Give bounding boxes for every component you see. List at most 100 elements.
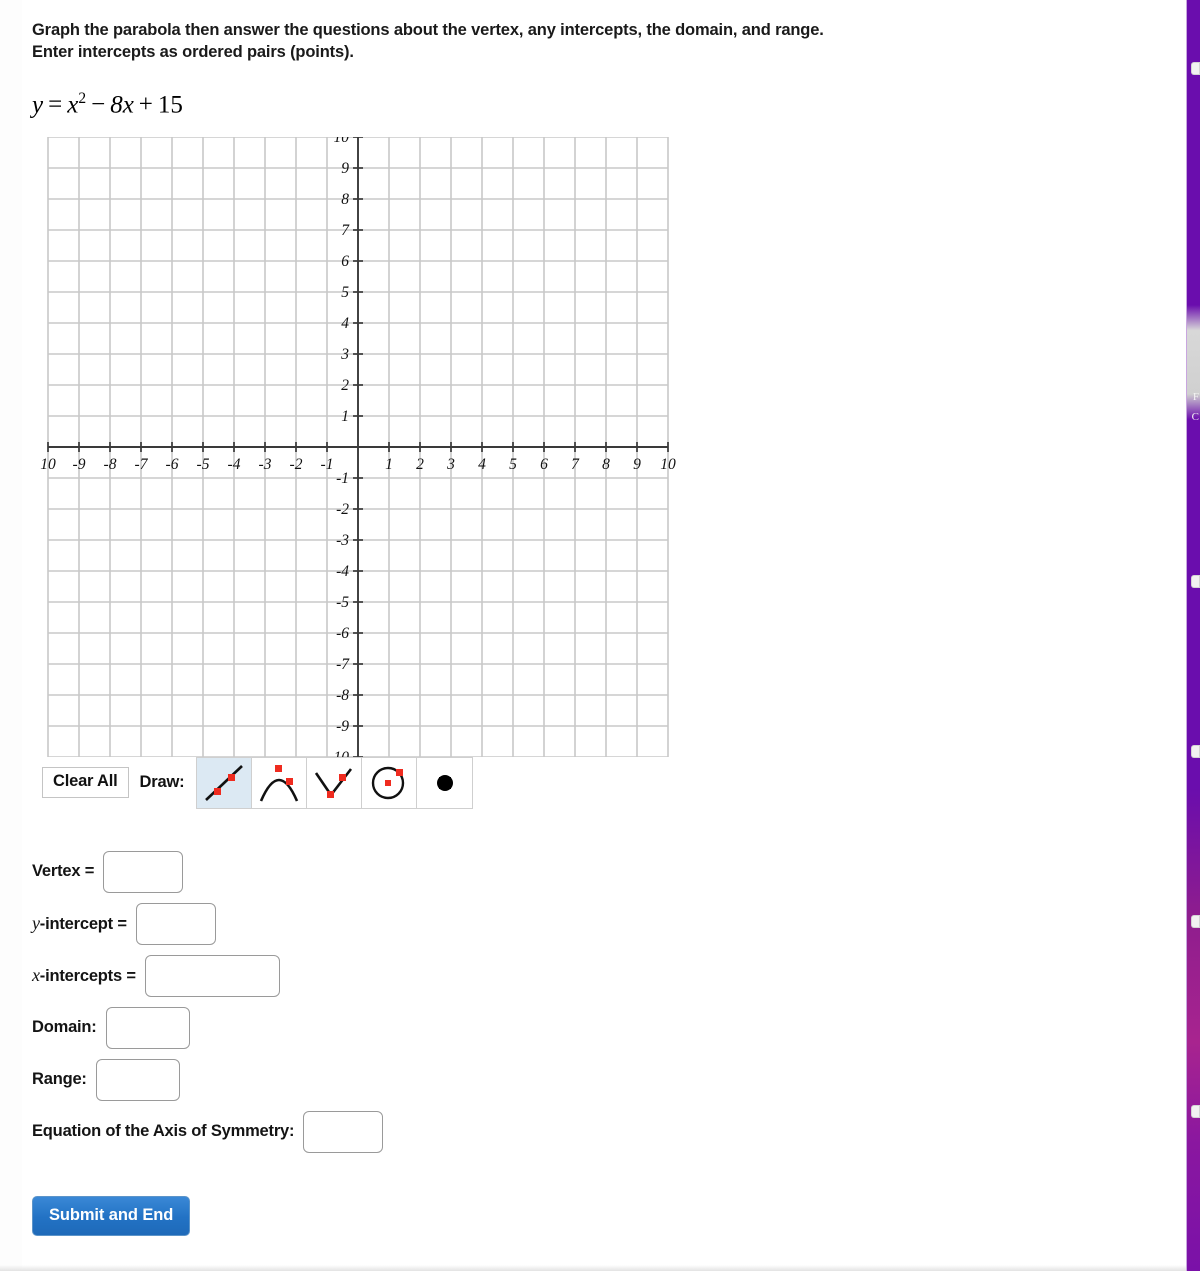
field-row-vertex: Vertex =	[32, 850, 1182, 894]
svg-text:-5: -5	[336, 594, 349, 611]
svg-text:-7: -7	[135, 456, 149, 473]
equation-lhs: y	[32, 90, 44, 118]
svg-text:7: 7	[571, 456, 580, 473]
x-intercepts-input[interactable]	[144, 954, 280, 997]
svg-text:-7: -7	[336, 656, 350, 673]
coordinate-plane[interactable]: 10 -9 -8 -7 -6 -5 -4 -3 -2 -1 1 2 3 4 5 6 7 8 9 10 10 9 8 7 6 5 4 3…	[33, 136, 693, 757]
equation-var: x	[67, 90, 79, 118]
svg-text:4: 4	[478, 456, 486, 473]
equation-equals: =	[48, 90, 63, 118]
svg-text:-9: -9	[336, 718, 349, 735]
bottom-fade	[0, 1265, 1186, 1271]
svg-text:10: 10	[334, 137, 350, 146]
domain-input[interactable]	[105, 1006, 190, 1049]
svg-text:4: 4	[341, 315, 349, 332]
domain-label: Domain:	[32, 1018, 97, 1037]
parabola-up-tool-button[interactable]	[307, 757, 363, 808]
svg-text:1: 1	[341, 408, 349, 425]
svg-text:-6: -6	[336, 625, 349, 642]
svg-text:8: 8	[341, 191, 349, 208]
right-side-panel[interactable]: F C	[1186, 0, 1200, 1271]
page-root: Graph the parabola then answer the quest…	[0, 0, 1200, 1271]
panel-nub-2[interactable]	[1191, 575, 1200, 588]
submit-and-end-button[interactable]: Submit and End	[32, 1195, 191, 1236]
panel-nub-4[interactable]	[1191, 915, 1200, 928]
svg-text:-5: -5	[197, 456, 210, 473]
vertex-label: Vertex =	[32, 862, 95, 881]
circle-icon	[372, 766, 405, 800]
clear-all-button[interactable]: Clear All	[42, 767, 129, 799]
field-row-domain: Domain:	[32, 1006, 1182, 1050]
svg-text:2: 2	[341, 377, 349, 394]
field-row-range: Range:	[32, 1058, 1182, 1102]
answers-section: Vertex = y-intercept = x-intercepts = Do…	[32, 850, 1182, 1154]
svg-text:-4: -4	[336, 563, 349, 580]
parabola-down-tool-button[interactable]	[252, 757, 308, 808]
equation-plus: +	[138, 90, 153, 118]
svg-text:-4: -4	[228, 456, 241, 473]
panel-glyph-c: C	[1191, 411, 1199, 423]
equation-power: 2	[78, 89, 87, 107]
axis-of-symmetry-input[interactable]	[303, 1110, 384, 1153]
svg-text:10: 10	[40, 456, 56, 473]
parabola-down-icon	[260, 764, 299, 802]
y-intercept-label: y-intercept =	[32, 913, 127, 934]
draw-toolbar: Clear All Draw:	[42, 756, 1182, 809]
graph-svg[interactable]: 10 -9 -8 -7 -6 -5 -4 -3 -2 -1 1 2 3 4 5 6 7 8 9 10 10 9 8 7 6 5 4 3…	[33, 136, 693, 757]
svg-text:9: 9	[341, 160, 349, 177]
svg-text:5: 5	[341, 284, 349, 301]
svg-text:9: 9	[633, 456, 641, 473]
svg-text:5: 5	[509, 456, 517, 473]
range-label: Range:	[32, 1070, 87, 1089]
svg-text:3: 3	[446, 456, 455, 473]
axis-of-symmetry-label: Equation of the Axis of Symmetry:	[32, 1122, 295, 1141]
svg-text:-2: -2	[336, 501, 349, 518]
instructions-line-2: Enter intercepts as ordered pairs (point…	[32, 42, 354, 61]
svg-text:-3: -3	[336, 532, 349, 549]
y-intercept-input[interactable]	[135, 902, 216, 945]
field-row-x-intercepts: x-intercepts =	[32, 954, 1182, 998]
equation-minus: −	[91, 90, 106, 118]
content-column: Graph the parabola then answer the quest…	[22, 0, 1182, 1236]
svg-text:10: 10	[660, 456, 676, 473]
vertex-input[interactable]	[103, 850, 184, 893]
field-row-y-intercept: y-intercept =	[32, 902, 1182, 946]
instructions-block: Graph the parabola then answer the quest…	[32, 20, 1092, 64]
draw-label: Draw:	[139, 773, 185, 792]
svg-text:-3: -3	[259, 456, 272, 473]
panel-nub-5[interactable]	[1191, 1105, 1200, 1118]
svg-text:-9: -9	[73, 456, 86, 473]
svg-text:-1: -1	[336, 470, 349, 487]
svg-text:-2: -2	[290, 456, 303, 473]
svg-text:-10: -10	[328, 749, 349, 757]
panel-nub-3[interactable]	[1191, 745, 1200, 758]
equation-constant: 15	[157, 90, 183, 118]
panel-nub-1[interactable]	[1191, 62, 1200, 75]
parabola-up-icon	[315, 768, 353, 798]
svg-text:6: 6	[341, 253, 349, 270]
point-tool-button[interactable]	[417, 757, 473, 808]
circle-tool-button[interactable]	[362, 757, 418, 808]
line-icon	[205, 764, 244, 801]
x-intercepts-label: x-intercepts =	[32, 965, 136, 986]
equation-display: y = x2−8x +15	[32, 90, 1182, 119]
panel-glyph-f: F	[1192, 391, 1199, 403]
svg-text:1: 1	[385, 456, 393, 473]
svg-text:-1: -1	[321, 456, 334, 473]
svg-text:3: 3	[340, 346, 349, 363]
left-gutter	[0, 0, 22, 1271]
instructions-line-1: Graph the parabola then answer the quest…	[32, 21, 824, 39]
point-icon	[436, 774, 453, 791]
range-input[interactable]	[95, 1058, 180, 1101]
svg-text:-8: -8	[104, 456, 117, 473]
svg-text:8: 8	[602, 456, 610, 473]
svg-text:-8: -8	[336, 687, 349, 704]
svg-text:6: 6	[540, 456, 548, 473]
field-row-axis-of-symmetry: Equation of the Axis of Symmetry:	[32, 1110, 1182, 1154]
svg-text:7: 7	[341, 222, 350, 239]
svg-text:-6: -6	[166, 456, 179, 473]
line-tool-button[interactable]	[197, 757, 253, 808]
tool-group	[196, 756, 474, 809]
svg-text:2: 2	[416, 456, 424, 473]
equation-term2: 8x	[110, 90, 134, 118]
